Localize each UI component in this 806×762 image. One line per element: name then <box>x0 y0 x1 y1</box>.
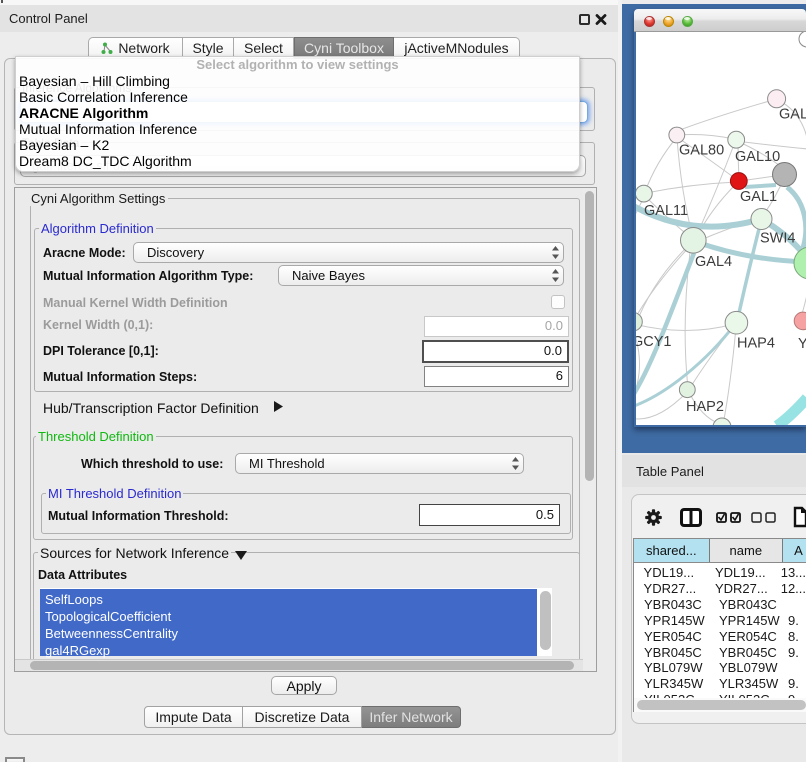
svg-text:GAL4: GAL4 <box>695 254 732 270</box>
svg-text:GAL10: GAL10 <box>735 149 780 165</box>
svg-text:GAL11: GAL11 <box>644 203 688 219</box>
svg-text:YMR: YMR <box>798 336 806 352</box>
svg-text:HAP4: HAP4 <box>737 336 775 352</box>
svg-text:HAP2: HAP2 <box>686 399 724 415</box>
svg-text:GAL7: GAL7 <box>779 107 806 123</box>
svg-text:GAL1: GAL1 <box>740 189 777 205</box>
svg-text:GCY1: GCY1 <box>636 334 672 350</box>
svg-text:SWI4: SWI4 <box>760 231 795 247</box>
svg-text:GAL80: GAL80 <box>679 143 724 159</box>
